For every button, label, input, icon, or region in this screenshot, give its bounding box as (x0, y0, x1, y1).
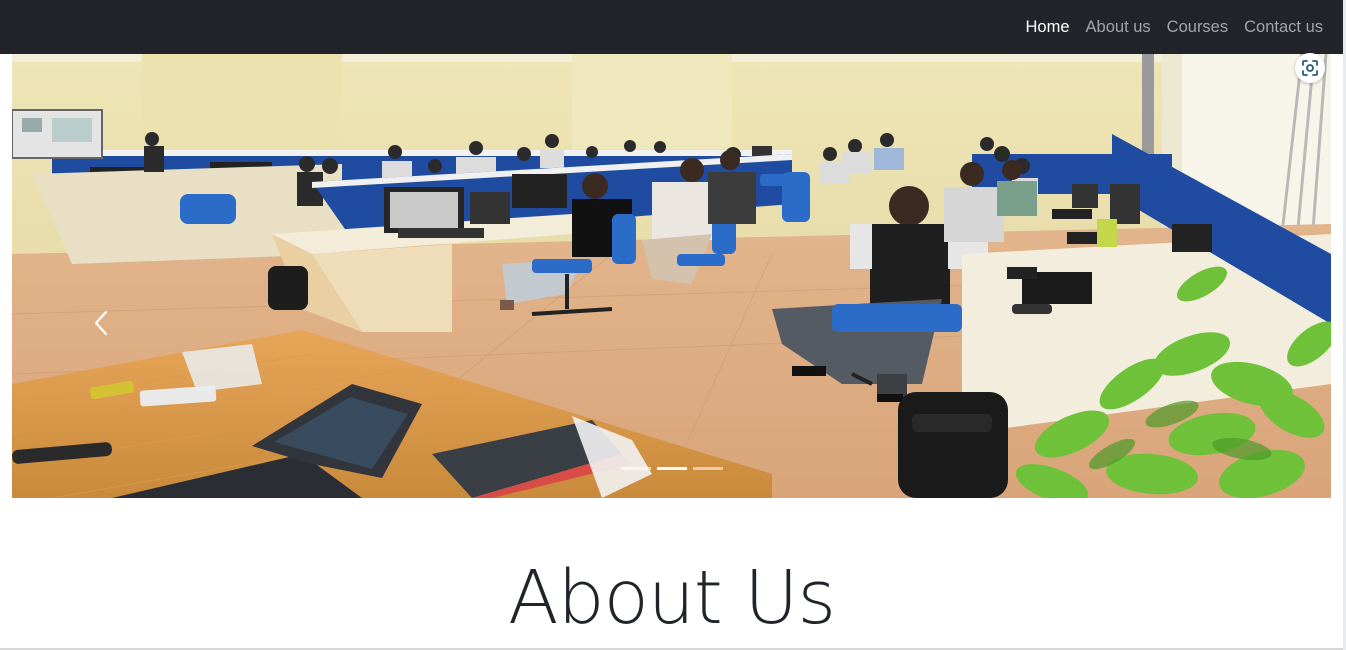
page: Home About us Courses Contact us About U… (0, 0, 1343, 650)
visual-search-button[interactable] (1295, 53, 1325, 83)
carousel-indicator-3[interactable] (693, 467, 723, 470)
top-navbar: Home About us Courses Contact us (0, 0, 1343, 54)
nav-link-home[interactable]: Home (1026, 18, 1070, 37)
carousel-indicator-2[interactable] (657, 467, 687, 470)
nav-link-about-us[interactable]: About us (1086, 18, 1151, 37)
nav-links: Home About us Courses Contact us (1010, 0, 1323, 54)
visual-search-icon (1302, 60, 1318, 76)
hero-carousel[interactable] (12, 54, 1331, 498)
carousel-prev-button[interactable] (82, 288, 122, 358)
about-us-heading: About Us (507, 555, 836, 641)
carousel-indicators (621, 467, 723, 470)
nav-link-contact-us[interactable]: Contact us (1244, 18, 1323, 37)
nav-link-courses[interactable]: Courses (1167, 18, 1228, 37)
classroom-photo (12, 54, 1331, 498)
chevron-left-icon (94, 310, 108, 336)
carousel-indicator-1[interactable] (621, 467, 651, 470)
